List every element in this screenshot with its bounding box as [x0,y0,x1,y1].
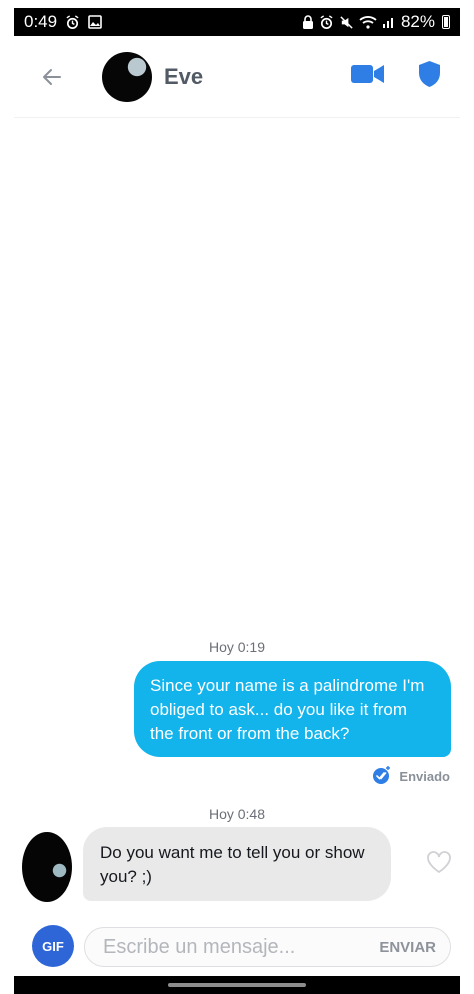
check-icon [372,765,392,788]
outgoing-message[interactable]: Since your name is a palindrome I'm obli… [134,661,451,757]
status-time: 0:49 [24,12,58,31]
mute-icon [339,15,354,30]
message-input[interactable] [103,935,380,959]
image-icon [88,15,102,29]
battery-percentage: 82% [400,12,435,31]
navigation-bar [14,976,460,994]
signal-icon [382,15,396,29]
sent-status-label: Enviado [399,769,450,784]
video-camera-icon [351,65,384,83]
video-call-button[interactable] [350,62,385,91]
back-arrow-icon [43,68,61,85]
gif-button[interactable]: GIF [32,925,74,967]
chat-header: Eve [14,36,460,118]
contact-avatar[interactable] [102,51,152,102]
back-button[interactable] [32,57,72,97]
shield-icon [419,61,440,87]
message-timestamp: Hoy 0:48 [208,806,266,822]
incoming-message[interactable]: Do you want me to tell you or show you? … [83,827,391,901]
battery-icon [442,15,450,29]
status-bar: 0:49 82% [14,8,460,36]
contact-name[interactable]: Eve [164,64,203,90]
sender-avatar[interactable] [22,832,72,902]
message-timestamp: Hoy 0:19 [208,639,266,655]
sent-status: Enviado [372,765,450,788]
alarm-icon [319,14,334,30]
lock-icon [302,14,314,30]
send-button[interactable]: ENVIAR [379,939,436,956]
wifi-icon [359,15,377,29]
home-indicator[interactable] [168,983,306,987]
alarm-icon [65,14,80,30]
safety-button[interactable] [417,60,442,93]
heart-icon [427,851,451,874]
like-message-button[interactable] [426,850,452,874]
message-composer: ENVIAR [84,927,451,967]
